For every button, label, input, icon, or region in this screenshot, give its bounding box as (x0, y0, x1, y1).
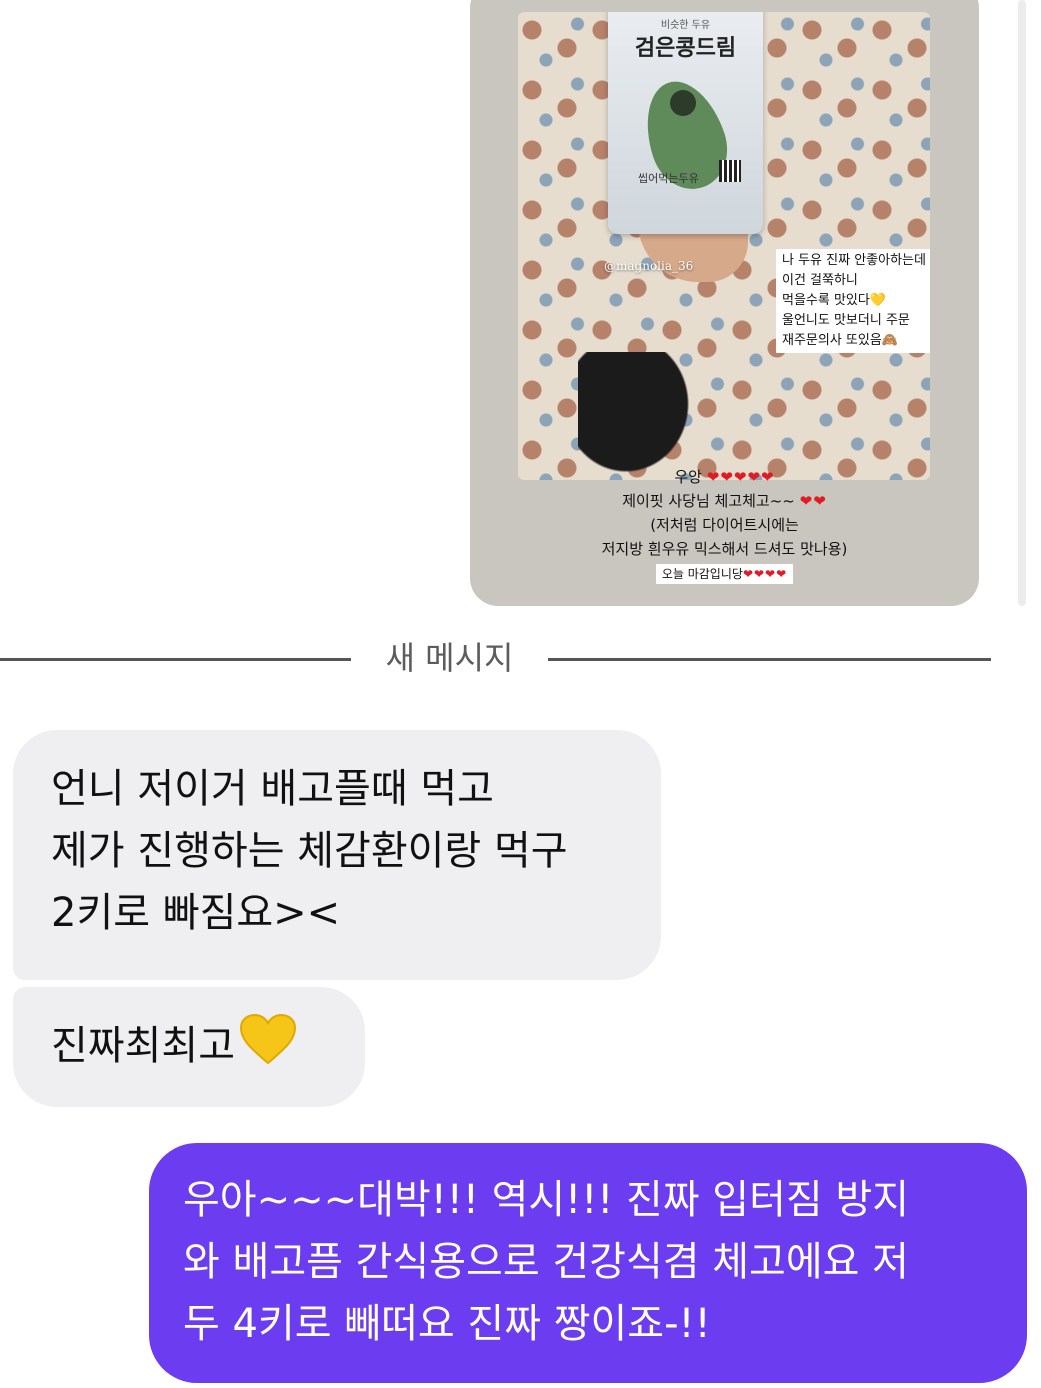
story-text-line2: 제이핏 사당님 체고체고~~ (622, 492, 795, 510)
caption-line: 나 두유 진짜 안좋아하는데 (782, 253, 926, 268)
story-badge: 오늘 마감입니당❤❤❤❤ (655, 564, 794, 584)
message-line: 우아~~~대박!!! 역시!!! 진짜 입터짐 방지 (183, 1177, 910, 1223)
incoming-message[interactable]: 언니 저이거 배고플때 먹고 제가 진행하는 체감환이랑 먹구 2키로 빠짐요>… (13, 730, 661, 980)
red-hearts-icon: ❤❤❤❤❤ (706, 468, 775, 486)
story-caption: 나 두유 진짜 안좋아하는데 이건 걸쭉하니 먹을수록 맛있다💛 울언니도 맛보… (776, 249, 930, 353)
red-hearts-icon: ❤❤❤❤ (742, 567, 788, 581)
message-text: 진짜최최고 (51, 1023, 235, 1069)
outgoing-message[interactable]: 우아~~~대박!!! 역시!!! 진짜 입터짐 방지 와 배고픔 간식용으로 건… (149, 1143, 1027, 1383)
story-text-line: 제이핏 사당님 체고체고~~ ❤❤ (470, 489, 979, 513)
message-line: 제가 진행하는 체감환이랑 먹구 (51, 828, 568, 874)
story-photo: 비슷한 두유 검은콩드림 씹어먹는두유 @magnolia_36 나 두유 진짜… (518, 12, 930, 480)
caption-line: 먹을수록 맛있다💛 (782, 293, 887, 308)
shared-story-card[interactable]: 비슷한 두유 검은콩드림 씹어먹는두유 @magnolia_36 나 두유 진짜… (470, 0, 979, 606)
divider-line-left (0, 658, 351, 661)
story-badge-row: 오늘 마감입니당❤❤❤❤ (470, 561, 979, 585)
hair-shape (578, 352, 698, 480)
pouch-subtitle: 씹어먹는두유 (638, 172, 699, 185)
caption-line: 재주문의사 또있음🙈 (782, 333, 898, 348)
message-line: 2키로 빠짐요>< (51, 890, 341, 936)
incoming-message[interactable]: 진짜최최고 (13, 987, 365, 1107)
story-text-line1: 우앙 (674, 468, 702, 486)
story-text-line3: (저처럼 다이어트시에는 (650, 516, 799, 534)
story-text: 우앙 ❤❤❤❤❤ 제이핏 사당님 체고체고~~ ❤❤ (저처럼 다이어트시에는 … (470, 465, 979, 585)
caption-line: 이건 걸쭉하니 (782, 273, 858, 288)
pouch-brand: 검은콩드림 (634, 36, 737, 61)
story-text-line4: 저지방 흰우유 믹스해서 드셔도 맛나용) (601, 540, 848, 558)
message-line: 언니 저이거 배고플때 먹고 (51, 766, 494, 812)
red-hearts-icon: ❤❤ (799, 492, 827, 510)
soymilk-pouch: 비슷한 두유 검은콩드림 씹어먹는두유 (608, 12, 763, 234)
story-badge-text: 오늘 마감입니당 (661, 567, 743, 581)
story-text-line: 우앙 ❤❤❤❤❤ (470, 465, 979, 489)
message-line: 두 4키로 빼떠요 진짜 짱이죠-!! (183, 1301, 711, 1347)
pouch-small-text: 비슷한 두유 (660, 20, 711, 31)
divider-line-right (548, 658, 991, 661)
divider-label: 새 메시지 (385, 639, 514, 677)
caption-line: 울언니도 맛보더니 주문 (782, 313, 910, 328)
yellow-heart-icon (239, 1013, 297, 1083)
user-handle: @magnolia_36 (604, 259, 694, 273)
qr-code-icon (719, 160, 741, 182)
bean-face-illustration (670, 90, 696, 116)
scrollbar[interactable] (1018, 0, 1026, 606)
message-line: 와 배고픔 간식용으로 건강식겸 체고에요 저 (183, 1239, 909, 1285)
message-line: 진짜최최고 (51, 1013, 365, 1083)
new-message-divider: 새 메시지 (0, 638, 1041, 678)
